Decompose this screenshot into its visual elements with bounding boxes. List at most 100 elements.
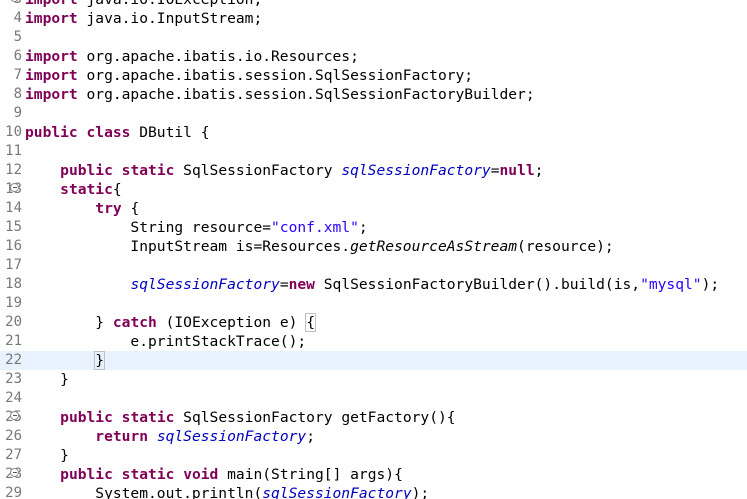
code-line[interactable]: 7 import org.apache.ibatis.session.SqlSes… — [0, 66, 747, 85]
code-line[interactable]: 11 — [0, 142, 747, 161]
fold-collapse-icon[interactable] — [10, 183, 19, 192]
line-number: 17 — [5, 257, 22, 273]
code-text: } — [25, 370, 69, 389]
code-token: sqlSessionFactory — [130, 276, 280, 293]
code-editor[interactable]: 3import java.io.IOException;4import java… — [0, 0, 747, 499]
code-token: public — [60, 162, 113, 179]
line-number: 14 — [5, 200, 22, 216]
code-line[interactable]: 19 — [0, 294, 747, 313]
fold-collapse-icon[interactable] — [10, 411, 19, 420]
code-token: ; — [306, 428, 315, 445]
code-token: } — [25, 371, 69, 388]
line-number: 6 — [13, 48, 22, 64]
code-token: import — [25, 0, 78, 8]
code-line[interactable]: 13 static{ — [0, 180, 747, 199]
line-number: 27 — [5, 447, 22, 463]
code-token: sqlSessionFactory — [156, 428, 307, 445]
code-token: java.io.IOException; — [78, 0, 263, 8]
code-token: { — [305, 313, 316, 332]
code-text: InputStream is=Resources.getResourceAsSt… — [25, 237, 613, 256]
code-line[interactable]: 28 public static void main(String[] args… — [0, 465, 747, 484]
code-token: (IOException e) — [156, 314, 307, 331]
code-line[interactable]: 25 public static SqlSessionFactory getFa… — [0, 408, 747, 427]
code-token: } — [25, 447, 69, 464]
code-text: e.printStackTrace(); — [25, 332, 306, 351]
code-line[interactable]: 17 — [0, 256, 747, 275]
code-line[interactable]: 18 sqlSessionFactory=new SqlSessionFacto… — [0, 275, 747, 294]
code-line[interactable]: 5 — [0, 28, 747, 47]
code-text: public static SqlSessionFactory getFacto… — [25, 408, 456, 427]
code-token: static — [121, 162, 175, 179]
code-line[interactable]: 21 e.printStackTrace(); — [0, 332, 747, 351]
code-text: } — [25, 446, 69, 465]
line-number: 10 — [5, 124, 22, 140]
code-line[interactable]: 16 InputStream is=Resources.getResourceA… — [0, 237, 747, 256]
line-number: 21 — [5, 333, 22, 349]
code-token: DButil { — [130, 124, 210, 141]
code-token: main(String[] args){ — [218, 466, 403, 483]
code-text: public static SqlSessionFactory sqlSessi… — [25, 161, 543, 180]
code-token: public — [60, 409, 113, 426]
code-token: public — [60, 466, 113, 483]
code-line[interactable]: 9 — [0, 104, 747, 123]
code-line[interactable]: 27 } — [0, 446, 747, 465]
code-token: String resource= — [25, 219, 272, 236]
line-number: 20 — [5, 314, 22, 330]
code-line[interactable]: 22 } — [0, 351, 747, 370]
code-text: String resource="conf.xml"; — [25, 218, 368, 237]
code-text: public static void main(String[] args){ — [25, 465, 403, 484]
code-token: public — [25, 124, 78, 141]
code-line[interactable]: 20 } catch (IOException e) { — [0, 313, 747, 332]
code-token: SqlSessionFactoryBuilder().build(is, — [314, 276, 641, 293]
code-token: } — [25, 314, 113, 331]
code-line[interactable]: 26 return sqlSessionFactory; — [0, 427, 747, 446]
line-number: 11 — [5, 143, 22, 159]
code-token: SqlSessionFactory getFactory(){ — [174, 409, 456, 426]
code-text: static{ — [25, 180, 122, 199]
code-token: "mysql" — [640, 276, 702, 293]
line-number: 24 — [5, 390, 22, 406]
code-text: return sqlSessionFactory; — [25, 427, 315, 446]
code-token: sqlSessionFactory — [341, 162, 491, 179]
code-text: } — [25, 351, 106, 370]
code-line[interactable]: 10 public class DButil { — [0, 123, 747, 142]
code-line[interactable]: 8 import org.apache.ibatis.session.SqlSes… — [0, 85, 747, 104]
code-token: System.out.println( — [25, 485, 263, 499]
code-token: static — [121, 409, 175, 426]
code-token: getResourceAsStream — [350, 238, 518, 255]
code-line[interactable]: 4 import java.io.InputStream; — [0, 9, 747, 28]
code-line[interactable]: 29 System.out.println(sqlSessionFactory)… — [0, 484, 747, 499]
code-token: org.apache.ibatis.io.Resources; — [77, 48, 359, 65]
code-token: "conf.xml" — [271, 219, 359, 236]
code-token: { — [112, 181, 122, 198]
code-token: class — [86, 124, 131, 141]
code-line[interactable]: 14 try { — [0, 199, 747, 218]
line-number: 29 — [5, 485, 22, 499]
code-token: sqlSessionFactory — [262, 485, 412, 499]
code-line[interactable]: 15 String resource="conf.xml"; — [0, 218, 747, 237]
fold-collapse-icon[interactable] — [10, 468, 19, 477]
code-text: public class DButil { — [25, 123, 210, 142]
code-line[interactable]: 24 — [0, 389, 747, 408]
code-token: static — [121, 466, 175, 483]
code-token: = — [279, 276, 289, 293]
code-token: import — [25, 10, 78, 27]
line-number: 26 — [5, 428, 22, 444]
code-token: try — [95, 200, 122, 217]
code-token: return — [95, 428, 149, 445]
code-line[interactable]: 12 public static SqlSessionFactory sqlSe… — [0, 161, 747, 180]
code-line[interactable]: 23 } — [0, 370, 747, 389]
code-text: } catch (IOException e) { — [25, 313, 316, 332]
code-line[interactable]: 6 import org.apache.ibatis.io.Resources; — [0, 47, 747, 66]
code-token: ; — [358, 219, 368, 236]
line-number: 19 — [5, 295, 22, 311]
code-line[interactable]: 3import java.io.IOException; — [0, 0, 747, 9]
